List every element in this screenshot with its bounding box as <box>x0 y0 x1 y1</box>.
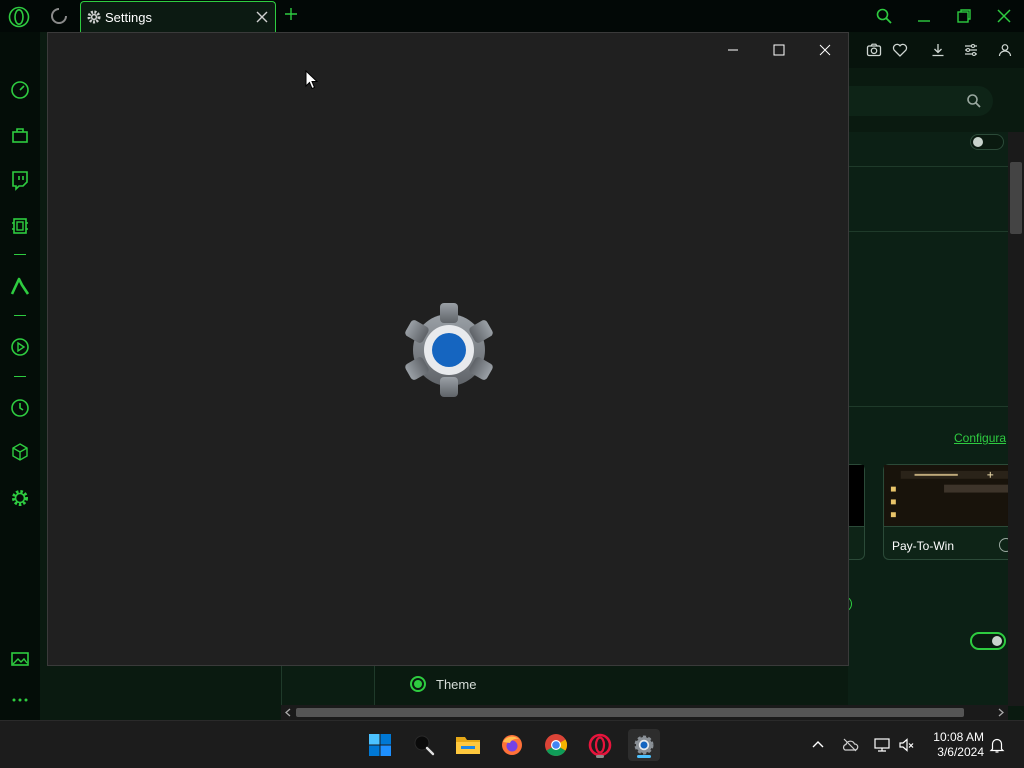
row-divider <box>848 406 1008 407</box>
opera-gx-icon <box>588 733 612 757</box>
configure-link[interactable]: Configura <box>954 431 1006 445</box>
browser-sidebar <box>0 32 40 720</box>
aria-icon[interactable] <box>8 274 32 298</box>
opera-gx-button[interactable] <box>584 729 616 761</box>
scrollbar-thumb[interactable] <box>296 708 964 717</box>
easy-setup-icon[interactable] <box>963 42 979 58</box>
firefox-button[interactable] <box>496 729 528 761</box>
search-icon[interactable] <box>875 7 893 25</box>
chevron-up-icon[interactable] <box>809 736 827 754</box>
chrome-icon <box>545 734 567 756</box>
speed-dial-icon[interactable] <box>8 78 32 102</box>
running-indicator <box>596 755 604 758</box>
profile-icon[interactable] <box>997 42 1013 58</box>
settings-icon <box>634 735 654 755</box>
taskbar: 10:08 AM 3/6/2024 <box>0 720 1024 768</box>
close-window-icon[interactable] <box>995 7 1013 25</box>
settings-gear-icon[interactable] <box>8 486 32 510</box>
chrome-button[interactable] <box>540 729 572 761</box>
scroll-left-icon[interactable] <box>284 708 292 717</box>
row-divider <box>848 166 1008 167</box>
minimize-icon[interactable] <box>915 7 933 25</box>
new-tab-plus-icon[interactable] <box>283 6 299 22</box>
history-icon[interactable] <box>8 396 32 420</box>
theme-radio[interactable] <box>410 676 426 692</box>
sidebar-divider <box>14 254 26 255</box>
minimize-icon[interactable] <box>726 43 740 57</box>
horizontal-scrollbar[interactable] <box>281 705 1008 720</box>
row-divider <box>848 231 1008 232</box>
tab-settings[interactable]: Settings <box>80 1 276 32</box>
close-icon[interactable] <box>255 10 269 24</box>
sidebar-divider <box>14 315 26 316</box>
maximize-icon[interactable] <box>772 43 786 57</box>
start-button[interactable] <box>364 729 396 761</box>
settings-gear-icon <box>87 10 101 24</box>
shopping-bag-icon[interactable] <box>8 123 32 147</box>
image-gallery-icon[interactable] <box>8 647 32 671</box>
tab-loading-icon <box>51 8 67 24</box>
search-icon <box>414 735 435 756</box>
theme-option[interactable]: Theme <box>410 676 476 692</box>
tab-title: Settings <box>105 10 152 25</box>
heart-icon[interactable] <box>892 42 908 58</box>
close-icon[interactable] <box>818 43 832 57</box>
opera-gx-logo-icon[interactable] <box>8 6 30 28</box>
clock-time: 10:08 AM <box>933 730 984 744</box>
mouse-cursor-icon <box>305 70 319 90</box>
vertical-scrollbar[interactable] <box>1008 132 1024 706</box>
firefox-icon <box>502 735 522 755</box>
theme-label: Theme <box>436 676 477 692</box>
toggle-switch-off[interactable] <box>970 134 1004 150</box>
hardware-chip-icon[interactable] <box>8 214 32 238</box>
onedrive-offline-icon[interactable] <box>841 736 859 754</box>
download-icon[interactable] <box>930 42 946 58</box>
windows-settings-window[interactable] <box>47 32 849 666</box>
scrollbar-thumb[interactable] <box>1010 162 1022 234</box>
toggle-knob <box>973 137 983 147</box>
extensions-cube-icon[interactable] <box>8 440 32 464</box>
settings-button[interactable] <box>628 729 660 761</box>
search-button[interactable] <box>408 729 440 761</box>
clock[interactable]: 10:08 AM 3/6/2024 <box>926 730 984 760</box>
theme-preview <box>848 465 864 527</box>
restore-icon[interactable] <box>955 7 973 25</box>
camera-icon[interactable] <box>866 42 882 58</box>
file-explorer-icon <box>456 737 480 754</box>
toggle-switch-on[interactable] <box>970 632 1006 650</box>
theme-card-label: Pay-To-Win <box>892 539 955 553</box>
more-icon[interactable] <box>8 688 32 712</box>
settings-gear-icon <box>405 303 493 397</box>
file-explorer-button[interactable] <box>452 729 484 761</box>
desktop: Settings Configura Pay-To-Win Theme 10:0… <box>0 0 1024 768</box>
volume-muted-icon[interactable] <box>898 736 916 754</box>
theme-card-pay-to-win[interactable]: Pay-To-Win <box>883 464 1013 560</box>
active-indicator <box>637 755 651 758</box>
theme-card[interactable] <box>848 464 865 560</box>
notification-bell-icon[interactable] <box>988 736 1006 754</box>
player-icon[interactable] <box>8 335 32 359</box>
theme-preview <box>884 465 1009 527</box>
clock-date: 3/6/2024 <box>937 745 984 759</box>
twitch-icon[interactable] <box>8 168 32 192</box>
start-icon <box>369 734 391 756</box>
toggle-knob <box>992 636 1002 646</box>
browser-tab-bar: Settings <box>0 0 1024 32</box>
network-icon[interactable] <box>873 736 891 754</box>
settings-nav-panel <box>281 665 375 705</box>
scroll-right-icon[interactable] <box>997 708 1005 717</box>
search-icon <box>967 94 981 108</box>
sidebar-divider <box>14 376 26 377</box>
